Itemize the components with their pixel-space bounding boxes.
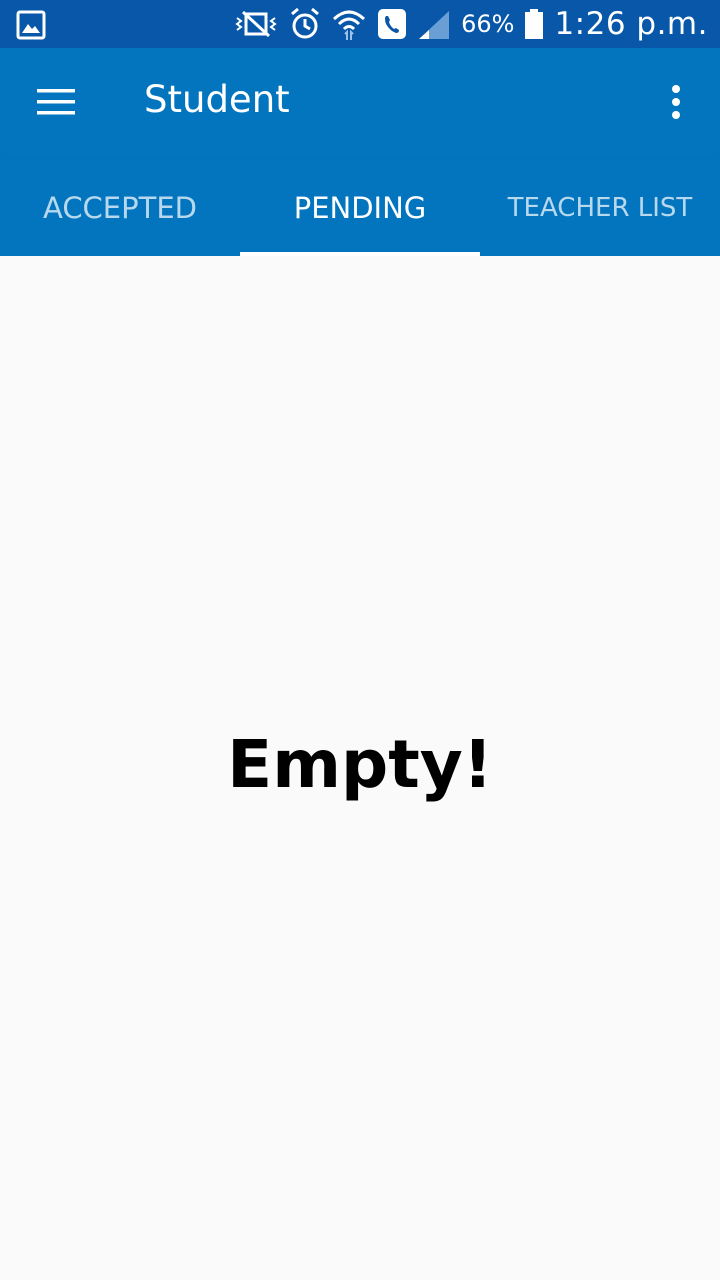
battery-percentage: 66% [461, 10, 515, 38]
tab-teacher-list[interactable]: TEACHER LIST [480, 160, 720, 256]
page-title: Student [144, 78, 290, 121]
battery-icon [524, 0, 544, 48]
status-icons: 66% 1:26 p.m. [233, 0, 708, 48]
hamburger-menu-button[interactable] [20, 72, 92, 136]
status-clock: 1:26 p.m. [554, 6, 708, 42]
pending-list-content: Empty! [0, 256, 720, 1280]
status-bar: 66% 1:26 p.m. [0, 0, 720, 48]
vibrate-icon [233, 0, 279, 48]
alarm-icon [289, 0, 321, 48]
tab-accepted[interactable]: ACCEPTED [0, 160, 240, 256]
gallery-icon [16, 10, 46, 40]
hamburger-icon [36, 87, 76, 121]
signal-icon [417, 0, 451, 48]
tab-pending[interactable]: PENDING [240, 160, 480, 256]
app-bar: Student [0, 48, 720, 160]
wifi-icon [331, 0, 367, 48]
tab-bar: ACCEPTED PENDING TEACHER LIST [0, 160, 720, 256]
more-vert-icon [670, 84, 682, 124]
empty-state-message: Empty! [227, 726, 493, 803]
call-icon [377, 0, 407, 48]
overflow-menu-button[interactable] [648, 72, 704, 136]
